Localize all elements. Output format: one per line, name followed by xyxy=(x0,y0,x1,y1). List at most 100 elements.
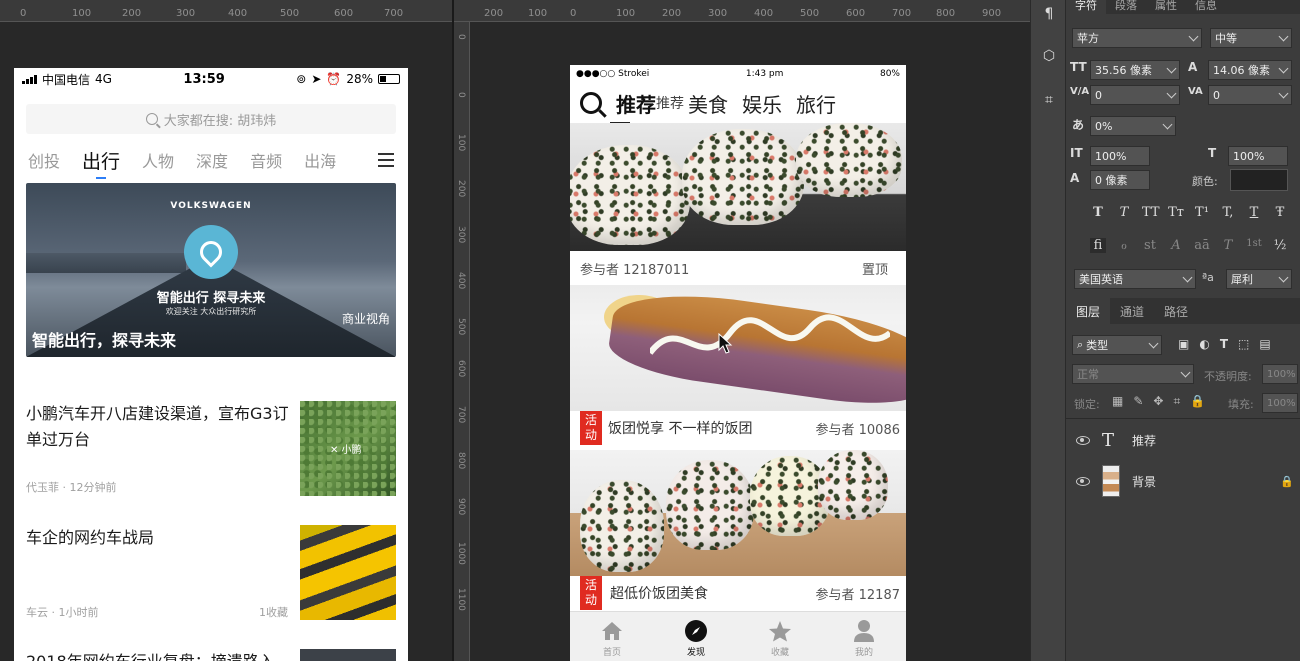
leading-field[interactable]: 14.06 像素 xyxy=(1208,60,1292,80)
layer-filter-select[interactable]: ⌕ 类型 xyxy=(1072,335,1162,355)
horizontal-ruler: 0 100 200 300 400 500 600 700 xyxy=(0,0,452,22)
titling-alternates-button[interactable]: T xyxy=(1220,238,1236,253)
tab-info[interactable]: 信息 xyxy=(1186,0,1226,14)
news-thumbnail xyxy=(300,649,396,661)
swash-button[interactable]: A xyxy=(1168,238,1184,253)
crop-icon[interactable]: ⌗ xyxy=(1037,88,1061,112)
font-style-select[interactable]: 中等 xyxy=(1210,28,1292,48)
fill-field[interactable]: 100% xyxy=(1262,393,1298,413)
tab-chuhai[interactable]: 出海 xyxy=(304,148,336,172)
visibility-eye-icon[interactable] xyxy=(1076,435,1090,445)
shape-filter-icon[interactable]: ⬚ xyxy=(1238,337,1249,351)
tab-chuxing[interactable]: 出行 xyxy=(82,147,120,179)
tab-chuangtou[interactable]: 创投 xyxy=(28,148,60,172)
tab-shendu[interactable]: 深度 xyxy=(196,148,228,172)
search-bar[interactable]: 大家都在搜: 胡玮炜 xyxy=(26,104,396,134)
color-swatch[interactable] xyxy=(1230,169,1288,191)
superscript-button[interactable]: T¹ xyxy=(1194,205,1210,220)
smart-object-filter-icon[interactable]: ▤ xyxy=(1259,337,1270,351)
ligatures-button[interactable]: fi xyxy=(1090,238,1106,253)
news-thumbnail xyxy=(300,525,396,620)
tabbar-favorites[interactable]: 收藏 xyxy=(738,612,822,661)
character-panel-icon[interactable]: ¶ xyxy=(1037,2,1061,26)
ruler-label: 200 xyxy=(122,8,142,19)
lock-pixels-icon[interactable]: ✎ xyxy=(1133,394,1143,409)
signal-icon xyxy=(22,74,37,84)
tab-properties[interactable]: 属性 xyxy=(1146,0,1186,14)
faux-italic-button[interactable]: T xyxy=(1116,205,1132,220)
font-size-field[interactable]: 35.56 像素 xyxy=(1090,60,1180,80)
tab-meishi[interactable]: 美食 xyxy=(688,89,728,118)
language-select[interactable]: 美国英语 xyxy=(1074,269,1196,289)
news-item[interactable]: 小鹏汽车开八店建设渠道，宣布G3订单过万台 代玉菲 · 12分钟前 ✕ 小鹏 xyxy=(26,401,396,501)
pixel-filter-icon[interactable]: ▣ xyxy=(1178,337,1189,351)
tab-paragraph[interactable]: 段落 xyxy=(1106,0,1146,14)
tab-yinpin[interactable]: 音频 xyxy=(250,148,282,172)
card-title[interactable]: 超低价饭团美食 xyxy=(610,583,708,603)
news-title: 2018年网约车行业复盘：摘遗路入 xyxy=(26,649,294,661)
pinned-label[interactable]: 置顶 xyxy=(862,259,888,278)
subscript-button[interactable]: T, xyxy=(1220,205,1236,220)
banner-subline: 欢迎关注 大众出行研究所 xyxy=(165,307,257,316)
search-icon[interactable] xyxy=(580,92,602,114)
banner-caption: 智能出行，探寻未来 xyxy=(32,331,177,350)
banner-carousel[interactable]: VOLKSWAGEN 智能出行 探寻未来 欢迎关注 大众出行研究所 商业视角 智… xyxy=(26,183,396,357)
tabbar-home[interactable]: 首页 xyxy=(570,612,654,661)
lock-all-icon[interactable]: 🔒 xyxy=(1190,394,1205,409)
tabbar-discover[interactable]: 发现 xyxy=(654,612,738,661)
text-layer-overlay[interactable]: 推荐 xyxy=(656,93,684,113)
tab-channels[interactable]: 通道 xyxy=(1110,298,1154,324)
fractions-button[interactable]: ½ xyxy=(1272,238,1288,253)
layer-row-text[interactable]: T 推荐 xyxy=(1066,420,1300,460)
stylistic-alternates-button[interactable]: aā xyxy=(1194,238,1210,253)
vertical-scale-field[interactable]: 100% xyxy=(1090,146,1150,166)
card-title[interactable]: 饭团悦享 不一样的饭团 xyxy=(608,418,752,438)
old-style-button[interactable]: st xyxy=(1142,238,1158,253)
discretionary-ligatures-button[interactable]: ℴ xyxy=(1116,238,1132,253)
tab-lvxing[interactable]: 旅行 xyxy=(796,89,836,118)
ruler-label: 100 xyxy=(528,8,548,19)
small-caps-button[interactable]: Tт xyxy=(1168,205,1184,220)
news-item[interactable]: 车企的网约车战局 车云 · 1小时前 1收藏 xyxy=(26,525,396,625)
card-info-row: 活动 饭团悦享 不一样的饭团 参与者 10086 xyxy=(570,411,906,445)
all-caps-button[interactable]: TT xyxy=(1142,205,1160,220)
tab-yule[interactable]: 娱乐 xyxy=(742,89,782,118)
food-image-onigiri-colored[interactable] xyxy=(570,450,906,576)
tab-character[interactable]: 字符 xyxy=(1066,0,1106,14)
faux-bold-button[interactable]: T xyxy=(1090,205,1106,220)
font-family-select[interactable]: 苹方 xyxy=(1072,28,1202,48)
food-image-onigiri[interactable] xyxy=(570,123,906,251)
ordinals-button[interactable]: 1st xyxy=(1246,238,1262,253)
underline-button[interactable]: T xyxy=(1246,205,1262,220)
lock-position-icon[interactable]: ✥ xyxy=(1153,394,1163,409)
news-item[interactable]: 2018年网约车行业复盘：摘遗路入 xyxy=(26,649,396,661)
kerning-field[interactable]: 0 xyxy=(1090,85,1180,105)
anti-alias-select[interactable]: 犀利 xyxy=(1226,269,1292,289)
tab-tuijian[interactable]: 推荐 xyxy=(610,89,656,124)
font-size-icon: TT xyxy=(1070,60,1087,74)
tracking-field[interactable]: 0 xyxy=(1208,85,1292,105)
visibility-eye-icon[interactable] xyxy=(1076,476,1090,486)
right-document-canvas[interactable]: 200 100 0 100 200 300 400 500 600 700 80… xyxy=(454,0,1030,661)
tab-paths[interactable]: 路径 xyxy=(1154,298,1198,324)
blend-mode-select[interactable]: 正常 xyxy=(1072,364,1194,384)
tsume-field[interactable]: 0% xyxy=(1090,116,1176,136)
menu-icon[interactable] xyxy=(378,153,394,167)
left-document-canvas[interactable]: 0 100 200 300 400 500 600 700 中国电信 4G 13… xyxy=(0,0,452,661)
lock-artboard-icon[interactable]: ⌗ xyxy=(1173,394,1180,409)
3d-cube-icon[interactable]: ⬡ xyxy=(1037,44,1061,68)
type-filter-icon[interactable]: T xyxy=(1220,337,1228,351)
opacity-field[interactable]: 100% xyxy=(1262,364,1298,384)
tab-layers[interactable]: 图层 xyxy=(1066,298,1111,324)
ruler-label: 600 xyxy=(334,8,354,19)
tab-renwu[interactable]: 人物 xyxy=(142,148,174,172)
panel-tabs: 字符 段落 属性 信息 xyxy=(1066,0,1300,14)
horizontal-scale-field[interactable]: 100% xyxy=(1228,146,1288,166)
tabbar-me[interactable]: 我的 xyxy=(822,612,906,661)
baseline-shift-field[interactable]: 0 像素 xyxy=(1090,170,1150,190)
strikethrough-button[interactable]: Ŧ xyxy=(1272,205,1288,220)
food-image-riceroll[interactable] xyxy=(570,285,906,411)
layer-row-background[interactable]: 背景 🔒 xyxy=(1066,461,1300,501)
adjustment-filter-icon[interactable]: ◐ xyxy=(1199,337,1209,351)
lock-transparency-icon[interactable]: ▦ xyxy=(1112,394,1123,409)
